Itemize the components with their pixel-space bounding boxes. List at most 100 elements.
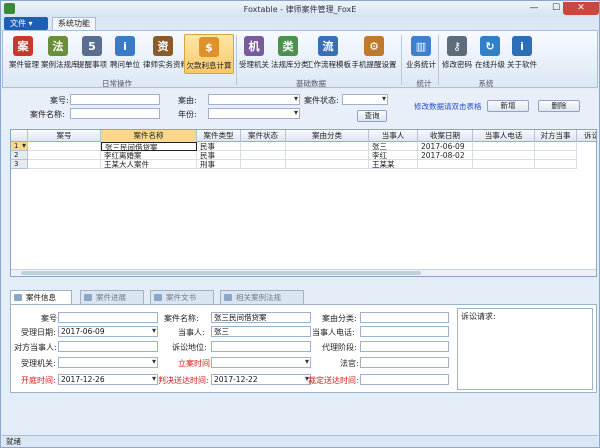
row-number: 2 [11,151,28,160]
table-cell[interactable] [473,160,535,169]
table-cell[interactable] [473,151,535,160]
column-header[interactable]: 案号 [28,130,101,142]
tab-page-icon [154,294,162,301]
detail-lit-position-input[interactable] [211,341,311,352]
search-year-select[interactable] [208,108,300,119]
column-header[interactable]: 案件名称 [101,130,197,142]
table-row[interactable]: 3 王某大人案件 刑事 王某某 [11,160,596,169]
delete-button[interactable]: 删除 [538,100,580,112]
table-cell[interactable] [535,160,577,169]
table-cell[interactable]: 李红离婚案 [101,151,197,160]
case-icon: 案 [13,36,33,56]
ribbon-button-5[interactable]: $ 欠款利息计算 [184,34,234,74]
ribbon-button-8[interactable]: 流工作流程模板 [306,34,351,74]
table-cell[interactable] [28,160,101,169]
detail-opponent-input[interactable] [58,341,158,352]
horizontal-scrollbar[interactable] [11,269,596,276]
column-header[interactable]: 对方当事 [535,130,577,142]
tab-system-functions[interactable]: 系统功能 [52,17,96,30]
scrollbar-thumb[interactable] [21,271,421,275]
grid-icon: 机 [244,36,264,56]
ribbon-button-label: 法规库分类 [271,60,309,69]
column-header[interactable]: 诉讼 [577,130,596,142]
query-button[interactable]: 查询 [357,110,387,122]
ribbon-button-6[interactable]: 机受理机关 [239,34,269,74]
table-cell[interactable]: 民事 [197,151,241,160]
table-cell[interactable] [241,160,286,169]
table-cell[interactable] [473,142,535,151]
ribbon-separator [236,35,237,85]
table-cell[interactable] [535,142,577,151]
table-cell[interactable] [535,151,577,160]
row-number: 1 [11,141,28,151]
detail-ruling-input[interactable] [360,374,449,385]
table-row[interactable]: 1 张三民间借贷案民事 张三2017-06-09 [11,141,596,151]
table-cell[interactable]: 李红 [369,151,418,160]
search-case-name-input[interactable] [70,108,160,119]
ribbon-button-3[interactable]: i 聘问单位 [110,34,140,74]
column-header[interactable]: 当事人电话 [473,130,535,142]
table-row[interactable]: 2 李红离婚案 民事 李红 2017-08-02 [11,151,596,160]
table-cell[interactable] [286,151,369,160]
detail-authority-select[interactable] [58,357,158,368]
table-cell[interactable]: 民事 [197,142,241,151]
column-header[interactable]: 案件状态 [241,130,286,142]
detail-agent-stage-input[interactable] [360,341,449,352]
table-cell[interactable] [241,151,286,160]
detail-filing-date-picker[interactable] [211,357,311,368]
ribbon-button-10[interactable]: ▥ 业务统计 [405,34,437,74]
new-button[interactable]: 新增 [487,100,529,112]
ribbon-button-2[interactable]: 5 提醒事项 [76,34,108,74]
table-cell[interactable]: 王某大人案件 [101,160,197,169]
detail-party-input[interactable]: 张三 [211,326,311,337]
tab-2[interactable]: 案件文书 [150,290,214,304]
table-cell[interactable] [286,142,369,151]
detail-filing-label: 立案时间: [178,359,213,368]
column-header[interactable]: 收案日期 [418,130,473,142]
column-header[interactable]: 当事人 [369,130,418,142]
detail-party-phone-input[interactable] [360,326,449,337]
detail-cause-input[interactable] [360,312,449,323]
table-cell[interactable]: 张三民间借贷案 [101,142,197,151]
detail-case-name-input[interactable]: 张三民间借贷案 [211,312,311,323]
ribbon-button-13[interactable]: i 关于软件 [507,34,537,74]
case-table[interactable]: 案号案件名称案件类型案件状态案由分类当事人收案日期当事人电话对方当事诉讼 1 张三… [10,129,597,277]
detail-hearing-date-picker[interactable]: 2017-12-26 [58,374,158,385]
table-cell[interactable]: 王某某 [369,160,418,169]
column-header[interactable]: 案由分类 [286,130,369,142]
ribbon-button-4[interactable]: 资律师实务资料 [143,34,188,74]
search-case-no-input[interactable] [70,94,160,105]
detail-judge-input[interactable] [360,357,449,368]
ribbon-button-label: 关于软件 [507,60,537,69]
table-cell[interactable]: 张三 [369,142,418,151]
search-cause-select[interactable] [208,94,300,105]
tab-0[interactable]: 案件信息 [10,290,72,304]
detail-judgment-date-picker[interactable]: 2017-12-22 [211,374,311,385]
table-cell[interactable]: 2017-06-09 [418,142,473,151]
search-status-select[interactable] [342,94,388,105]
column-header[interactable]: 案件类型 [197,130,241,142]
claims-textarea[interactable]: 诉讼请求: [457,308,593,390]
ribbon-button-11[interactable]: ⚷ 修改密码 [442,34,472,74]
table-cell[interactable]: 2017-08-02 [418,151,473,160]
ribbon-button-12[interactable]: ↻ 在线升级 [474,34,506,74]
table-cell[interactable] [28,151,101,160]
table-cell[interactable] [418,160,473,169]
detail-accept-date-picker[interactable]: 2017-06-09 [58,326,158,337]
table-cell[interactable] [28,142,101,151]
ribbon-button-7[interactable]: 类法规库分类 [271,34,309,74]
minimize-button[interactable]: — [522,2,546,15]
file-menu[interactable]: 文件 ▾ [4,17,48,30]
ribbon-button-0[interactable]: 案案件管理 [9,34,39,74]
ribbon-button-1[interactable]: 法案例法规库 [41,34,79,74]
table-cell[interactable]: 刑事 [197,160,241,169]
table-cell[interactable] [286,160,369,169]
detail-case-no-input[interactable] [58,312,158,323]
tab-3[interactable]: 相关案例法规 [220,290,304,304]
close-button[interactable]: ✕ [563,2,599,15]
ribbon-button-9[interactable]: ⚙ 手机提醒设置 [350,34,398,74]
table-cell[interactable] [241,142,286,151]
tab-1[interactable]: 案件进展 [80,290,144,304]
tab-label: 案件文书 [166,293,196,302]
ribbon-button-label: 欠款利息计算 [186,61,232,70]
